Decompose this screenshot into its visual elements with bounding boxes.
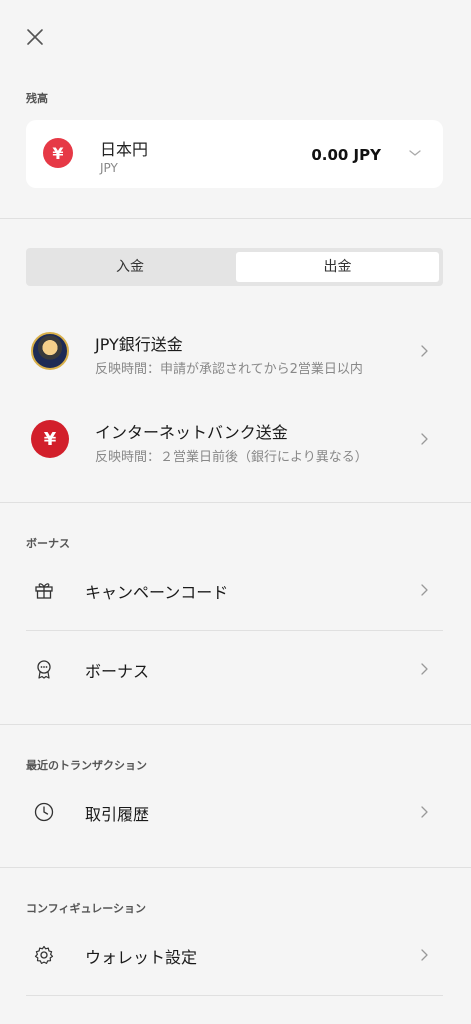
chevron-right-icon: [421, 584, 428, 596]
gift-icon: [35, 583, 53, 599]
bonus-label: ボーナス: [85, 662, 150, 681]
chevron-right-icon: [421, 663, 428, 675]
method-subtitle: 反映時間：申請が承認されてから2営業日以内: [95, 362, 363, 377]
clock-icon: [34, 802, 54, 822]
balance-card[interactable]: ¥ 日本円 JPY 0.00 JPY: [26, 120, 443, 188]
transaction-history-label: 取引履歴: [85, 805, 150, 824]
method-internet-bank-transfer[interactable]: ¥ インターネットバンク送金 反映時間：２営業日前後（銀行により異なる）: [0, 410, 471, 476]
close-icon[interactable]: [23, 25, 47, 49]
wallet-settings-row[interactable]: ウォレット設定: [0, 925, 471, 985]
divider: [26, 995, 443, 996]
bonus-row[interactable]: ボーナス: [0, 639, 471, 699]
balance-amount: 0.00 JPY: [311, 146, 381, 164]
config-section-label: コンフィギュレーション: [26, 902, 147, 915]
yen-icon: ¥: [31, 420, 69, 458]
wallet-screen: 残高 ¥ 日本円 JPY 0.00 JPY 入金 出金 JPY銀行送金 反映時間…: [0, 0, 471, 1024]
transactions-section-label: 最近のトランザクション: [26, 759, 147, 772]
badge-icon: [37, 660, 51, 679]
deposit-withdraw-toggle: 入金 出金: [26, 248, 443, 286]
chevron-right-icon: [421, 806, 428, 818]
divider: [0, 502, 471, 503]
divider: [26, 630, 443, 631]
wallet-settings-label: ウォレット設定: [85, 948, 198, 967]
balance-section-label: 残高: [26, 92, 48, 105]
divider: [0, 867, 471, 868]
campaign-code-row[interactable]: キャンペーンコード: [0, 560, 471, 620]
chevron-down-icon[interactable]: [407, 145, 423, 161]
method-title: インターネットバンク送金: [95, 423, 288, 442]
tab-deposit[interactable]: 入金: [30, 252, 230, 282]
chevron-right-icon: [421, 433, 428, 445]
yen-icon: ¥: [43, 138, 73, 168]
transaction-history-row[interactable]: 取引履歴: [0, 782, 471, 842]
method-jpy-bank-transfer[interactable]: JPY銀行送金 反映時間：申請が承認されてから2営業日以内: [0, 322, 471, 388]
method-subtitle: 反映時間：２営業日前後（銀行により異なる）: [95, 450, 368, 465]
method-title: JPY銀行送金: [95, 335, 183, 354]
currency-code: JPY: [100, 161, 118, 175]
gear-icon: [34, 945, 54, 964]
bank-avatar-icon: [31, 332, 69, 370]
divider: [0, 218, 471, 219]
bonus-section-label: ボーナス: [26, 537, 70, 550]
campaign-code-label: キャンペーンコード: [85, 583, 229, 602]
currency-name: 日本円: [100, 140, 149, 159]
tab-withdraw[interactable]: 出金: [236, 252, 439, 282]
chevron-right-icon: [421, 345, 428, 357]
divider: [0, 724, 471, 725]
chevron-right-icon: [421, 949, 428, 961]
